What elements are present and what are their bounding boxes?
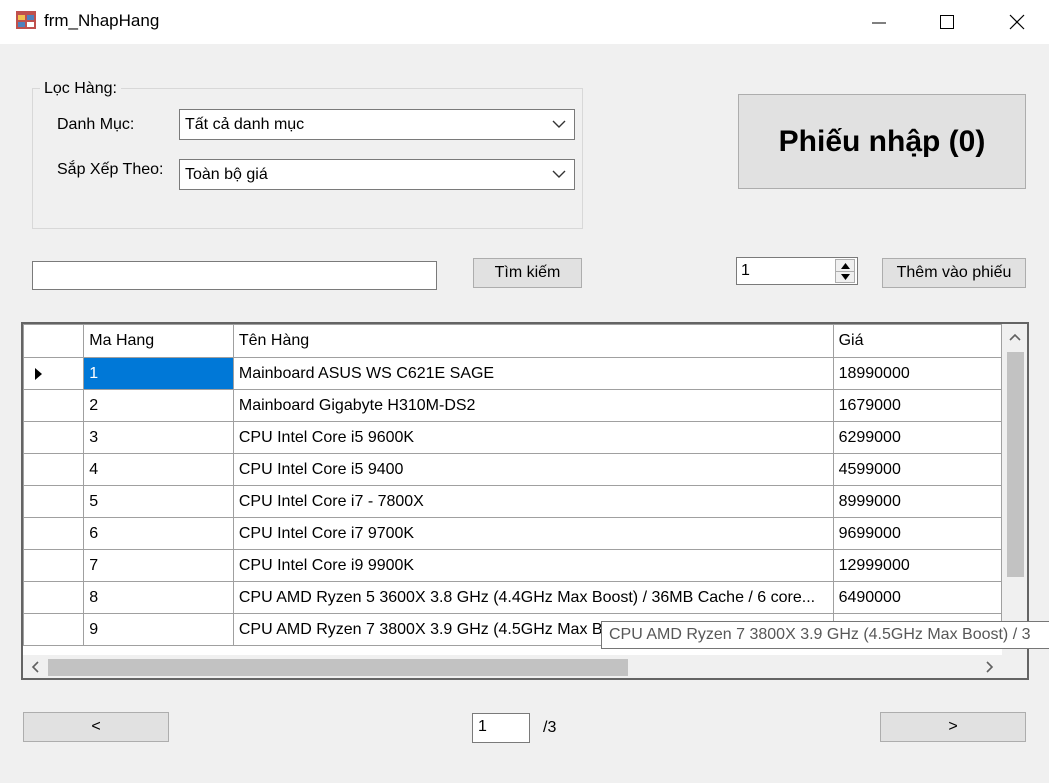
cell-gia[interactable]: 18990000: [832, 357, 1002, 390]
minimize-icon: [872, 22, 886, 24]
close-icon: [1009, 14, 1025, 30]
minimize-button[interactable]: [844, 0, 914, 44]
grid-body: Ma Hang Tên Hàng Giá 1 Mainboard ASUS WS…: [23, 324, 1002, 655]
cell-ten-hang[interactable]: CPU Intel Core i5 9600K: [232, 421, 834, 454]
cell-ten-hang[interactable]: CPU Intel Core i9 9900K: [232, 549, 834, 582]
cell-ten-hang[interactable]: CPU Intel Core i7 9700K: [232, 517, 834, 550]
table-row[interactable]: 6 CPU Intel Core i7 9700K 9699000: [23, 517, 1002, 550]
products-table: Ma Hang Tên Hàng Giá 1 Mainboard ASUS WS…: [23, 324, 1002, 646]
table-row[interactable]: 8 CPU AMD Ryzen 5 3600X 3.8 GHz (4.4GHz …: [23, 581, 1002, 614]
cell-ten-hang[interactable]: CPU AMD Ryzen 5 3600X 3.8 GHz (4.4GHz Ma…: [232, 581, 834, 614]
spin-up-icon[interactable]: [841, 263, 850, 269]
cell-gia[interactable]: 6490000: [832, 581, 1002, 614]
row-header[interactable]: [23, 613, 85, 646]
cell-ma-hang[interactable]: 9: [83, 613, 234, 646]
cell-ten-hang[interactable]: Mainboard ASUS WS C621E SAGE: [232, 357, 834, 390]
category-select[interactable]: Tất cả danh mục: [179, 109, 575, 140]
vertical-scroll-thumb[interactable]: [1007, 352, 1024, 577]
receipt-button[interactable]: Phiếu nhập (0): [738, 94, 1026, 189]
next-page-button[interactable]: >: [880, 712, 1026, 742]
scroll-right-icon[interactable]: [983, 661, 995, 673]
app-form-icon: [16, 11, 36, 29]
search-button[interactable]: Tìm kiếm: [473, 258, 582, 288]
chevron-down-icon: [552, 120, 566, 128]
cell-ma-hang[interactable]: 1: [83, 357, 234, 390]
sort-select-value: Toàn bộ giá: [185, 166, 268, 183]
window-title: frm_NhapHang: [44, 11, 160, 30]
cell-gia[interactable]: 1679000: [832, 389, 1002, 422]
maximize-button[interactable]: [912, 0, 982, 44]
row-header-corner: [23, 324, 85, 358]
quantity-stepper[interactable]: 1: [736, 257, 858, 285]
table-row[interactable]: 3 CPU Intel Core i5 9600K 6299000: [23, 421, 1002, 454]
sort-select[interactable]: Toàn bộ giá: [179, 159, 575, 190]
chevron-down-icon: [552, 170, 566, 178]
cell-ten-hang[interactable]: CPU Intel Core i7 - 7800X: [232, 485, 834, 518]
scrollbar-corner: [1002, 655, 1027, 678]
horizontal-scrollbar[interactable]: [23, 655, 1002, 678]
title-bar: frm_NhapHang: [0, 0, 1049, 44]
spin-down-icon[interactable]: [841, 274, 850, 280]
horizontal-scroll-thumb[interactable]: [48, 659, 628, 676]
column-header-gia[interactable]: Giá: [832, 324, 1002, 358]
filter-group-label: Lọc Hàng:: [40, 80, 121, 98]
row-header[interactable]: [23, 581, 85, 614]
quantity-value: 1: [741, 262, 750, 279]
scroll-left-icon[interactable]: [30, 661, 42, 673]
cell-ma-hang[interactable]: 4: [83, 453, 234, 486]
category-label: Danh Mục:: [57, 116, 135, 133]
cell-ma-hang[interactable]: 8: [83, 581, 234, 614]
cell-gia[interactable]: 6299000: [832, 421, 1002, 454]
cell-tooltip: CPU AMD Ryzen 7 3800X 3.9 GHz (4.5GHz Ma…: [601, 621, 1049, 649]
row-header[interactable]: [23, 357, 85, 390]
sort-label: Sắp Xếp Theo:: [57, 161, 164, 178]
cell-ma-hang[interactable]: 2: [83, 389, 234, 422]
search-input[interactable]: [32, 261, 437, 290]
close-button[interactable]: [982, 0, 1049, 44]
row-header[interactable]: [23, 421, 85, 454]
add-to-receipt-button[interactable]: Thêm vào phiếu: [882, 258, 1026, 288]
cell-ma-hang[interactable]: 3: [83, 421, 234, 454]
table-row[interactable]: 2 Mainboard Gigabyte H310M-DS2 1679000: [23, 389, 1002, 422]
page-number-input[interactable]: 1: [472, 713, 530, 743]
category-select-value: Tất cả danh mục: [185, 116, 305, 133]
row-header[interactable]: [23, 485, 85, 518]
table-row[interactable]: 1 Mainboard ASUS WS C621E SAGE 18990000: [23, 357, 1002, 390]
prev-page-button[interactable]: <: [23, 712, 169, 742]
vertical-scrollbar[interactable]: [1002, 324, 1027, 655]
row-header[interactable]: [23, 549, 85, 582]
scroll-up-icon[interactable]: [1009, 332, 1021, 344]
cell-gia[interactable]: 12999000: [832, 549, 1002, 582]
cell-ten-hang[interactable]: CPU Intel Core i5 9400: [232, 453, 834, 486]
cell-gia[interactable]: 9699000: [832, 517, 1002, 550]
quantity-spin[interactable]: [835, 259, 855, 283]
row-header[interactable]: [23, 453, 85, 486]
cell-ma-hang[interactable]: 5: [83, 485, 234, 518]
table-row[interactable]: 5 CPU Intel Core i7 - 7800X 8999000: [23, 485, 1002, 518]
column-header-ma-hang[interactable]: Ma Hang: [83, 324, 234, 358]
header-row: Ma Hang Tên Hàng Giá: [23, 324, 1002, 358]
row-header[interactable]: [23, 517, 85, 550]
row-header[interactable]: [23, 389, 85, 422]
cell-ma-hang[interactable]: 6: [83, 517, 234, 550]
cell-gia[interactable]: 4599000: [832, 453, 1002, 486]
column-header-ten-hang[interactable]: Tên Hàng: [232, 324, 834, 358]
cell-ten-hang[interactable]: Mainboard Gigabyte H310M-DS2: [232, 389, 834, 422]
spin-divider: [836, 271, 854, 272]
page-total-label: /3: [543, 719, 557, 736]
maximize-icon: [940, 15, 954, 29]
table-row[interactable]: 7 CPU Intel Core i9 9900K 12999000: [23, 549, 1002, 582]
cell-gia[interactable]: 8999000: [832, 485, 1002, 518]
current-row-icon: [35, 367, 42, 380]
cell-ma-hang[interactable]: 7: [83, 549, 234, 582]
table-row[interactable]: 4 CPU Intel Core i5 9400 4599000: [23, 453, 1002, 486]
